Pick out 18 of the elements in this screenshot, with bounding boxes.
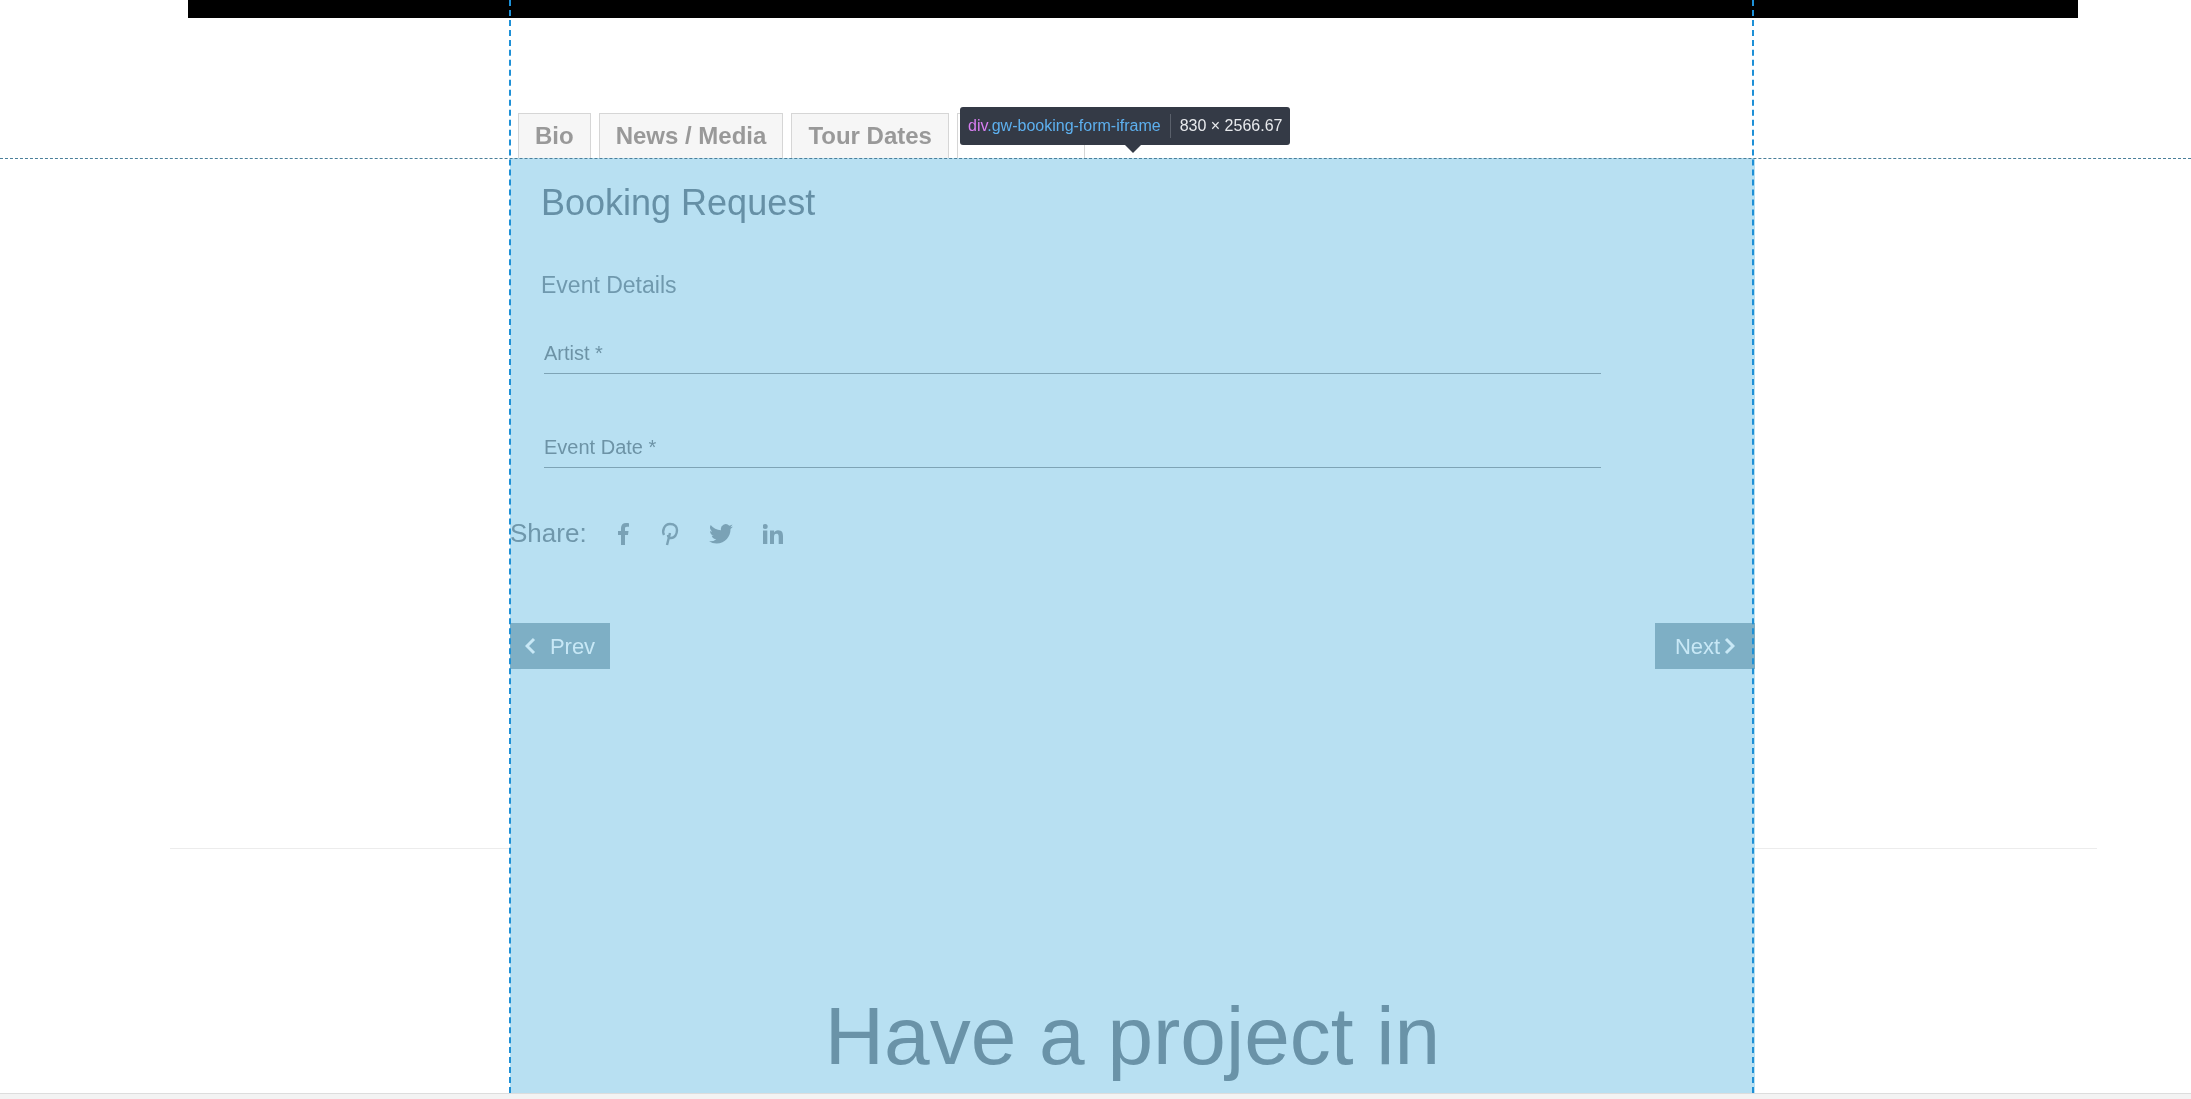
next-button[interactable]: Next [1655,623,1755,669]
section-heading: Event Details [541,271,677,300]
input-field[interactable]: Event Date * [544,428,1601,468]
form-title: Booking Request [541,181,816,225]
tab[interactable]: Bio [518,113,591,158]
chevron-right-icon [1724,637,1736,655]
element-selector: div.gw-booking-form-iframe [968,114,1171,138]
tab[interactable]: News / Media [598,113,784,158]
prev-button[interactable]: Prev [510,623,610,669]
section-heading: Have a project in [824,990,1441,1081]
element-size: 830 × 2566.67 [1178,116,1283,136]
input-field[interactable]: Artist * [544,334,1601,374]
chevron-left-icon [524,637,536,655]
facebook-icon[interactable] [616,522,629,545]
share-label: Share: [510,517,587,550]
tab[interactable]: Tour Dates [791,113,949,158]
twitter-icon[interactable] [708,523,733,544]
linkedin-icon[interactable] [762,523,783,544]
